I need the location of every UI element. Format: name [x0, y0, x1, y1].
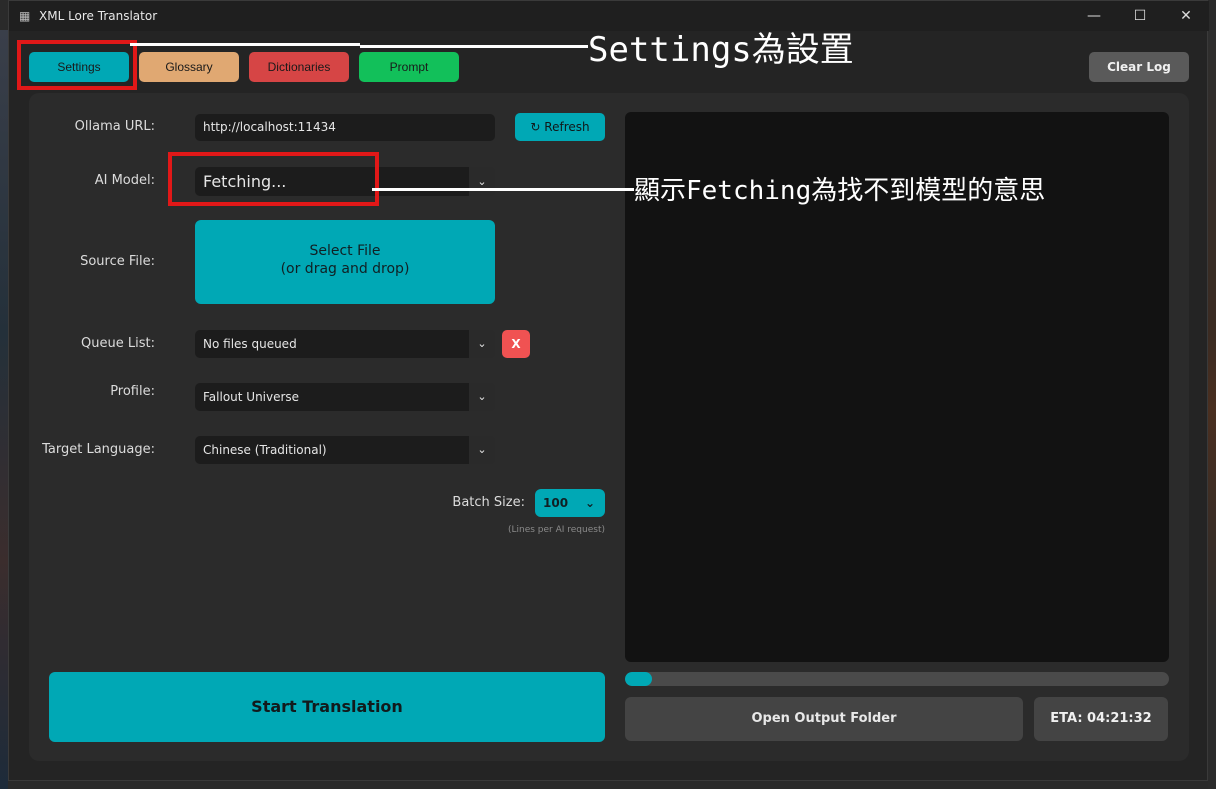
- profile-label: Profile:: [110, 384, 155, 399]
- window-title: XML Lore Translator: [39, 9, 158, 23]
- title-bar: ▦ XML Lore Translator — ☐ ✕: [9, 1, 1209, 31]
- queue-list-select[interactable]: No files queued: [195, 330, 469, 358]
- annotation-box-settings: [17, 40, 137, 90]
- tab-prompt[interactable]: Prompt: [359, 52, 459, 82]
- batch-size-select[interactable]: 100 ⌄: [535, 489, 605, 517]
- chevron-down-icon[interactable]: ⌄: [469, 330, 495, 358]
- start-translation-button[interactable]: Start Translation: [49, 672, 605, 742]
- ollama-url-label: Ollama URL:: [74, 119, 155, 134]
- tab-glossary[interactable]: Glossary: [139, 52, 239, 82]
- target-language-select[interactable]: Chinese (Traditional): [195, 436, 469, 464]
- annotation-line-settings-2: [360, 45, 588, 48]
- desktop-background-right: [1208, 30, 1216, 789]
- refresh-label: Refresh: [544, 120, 590, 134]
- ai-model-label: AI Model:: [94, 173, 155, 188]
- profile-select[interactable]: Fallout Universe: [195, 383, 469, 411]
- chevron-down-icon[interactable]: ⌄: [469, 167, 495, 196]
- select-file-line2: (or drag and drop): [280, 261, 410, 277]
- target-language-label: Target Language:: [42, 442, 155, 457]
- chevron-down-icon[interactable]: ⌄: [469, 383, 495, 411]
- progress-fill: [625, 672, 653, 686]
- minimize-icon[interactable]: —: [1071, 1, 1117, 31]
- chevron-down-icon: ⌄: [584, 496, 595, 510]
- ollama-url-input[interactable]: http://localhost:11434: [195, 114, 495, 141]
- batch-size-label: Batch Size:: [452, 495, 525, 510]
- source-file-label: Source File:: [80, 254, 155, 269]
- annotation-line-ai-model: [372, 188, 634, 191]
- close-icon[interactable]: ✕: [1163, 1, 1209, 31]
- annotation-box-ai-model: [168, 152, 379, 206]
- select-file-line1: Select File: [309, 243, 381, 259]
- progress-bar: [625, 672, 1169, 686]
- clear-queue-button[interactable]: X: [502, 330, 530, 358]
- app-window: ▦ XML Lore Translator — ☐ ✕ Settings Glo…: [8, 0, 1209, 781]
- open-output-folder-button[interactable]: Open Output Folder: [625, 697, 1023, 741]
- eta-display: ETA: 04:21:32: [1034, 697, 1168, 741]
- tab-dictionaries[interactable]: Dictionaries: [249, 52, 349, 82]
- select-file-dropzone[interactable]: Select File (or drag and drop): [195, 220, 495, 304]
- maximize-icon[interactable]: ☐: [1117, 1, 1163, 31]
- clear-log-button[interactable]: Clear Log: [1089, 52, 1189, 82]
- refresh-button[interactable]: ↻ Refresh: [515, 113, 605, 141]
- batch-size-value: 100: [543, 496, 569, 510]
- chevron-down-icon[interactable]: ⌄: [469, 436, 495, 464]
- queue-list-label: Queue List:: [81, 336, 155, 351]
- annotation-line-settings: [130, 43, 360, 46]
- refresh-icon: ↻: [530, 120, 541, 134]
- annotation-settings-note: Settings為設置: [588, 30, 854, 70]
- app-grid-icon: ▦: [19, 9, 31, 23]
- desktop-background-left: [0, 30, 8, 789]
- batch-size-hint: (Lines per AI request): [507, 525, 605, 535]
- annotation-fetching-note: 顯示Fetching為找不到模型的意思: [634, 176, 1046, 206]
